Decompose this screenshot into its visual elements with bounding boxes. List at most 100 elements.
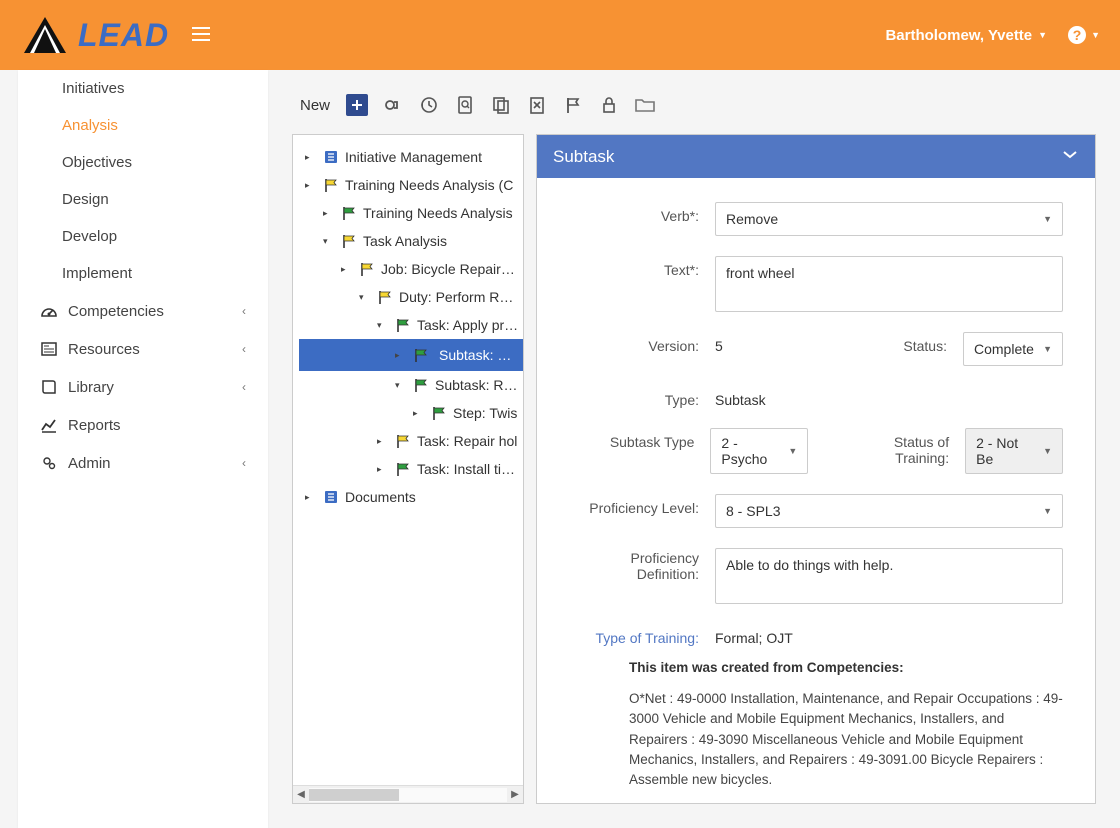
version-value: 5	[715, 332, 755, 354]
created-heading: This item was created from Competencies:	[629, 660, 1063, 675]
tree-node[interactable]: ▾Duty: Perform Routi	[299, 283, 523, 311]
search-doc-icon[interactable]	[454, 94, 476, 116]
tree-node[interactable]: ▸Job: Bicycle Repairers	[299, 255, 523, 283]
sidebar-item-initiatives[interactable]: Initiatives	[18, 70, 268, 107]
prof-def-input[interactable]: Able to do things with help.	[715, 548, 1063, 604]
sidebar-item-reports[interactable]: Reports	[18, 406, 268, 444]
expand-arrow-icon[interactable]: ▸	[413, 408, 425, 419]
flag-g-icon	[395, 461, 411, 477]
flag-g-icon	[413, 377, 429, 393]
expand-arrow-icon[interactable]: ▾	[395, 380, 407, 391]
subtask-type-label: Subtask Type	[569, 428, 694, 450]
detail-title: Subtask	[553, 147, 614, 167]
flag-y-icon	[341, 233, 357, 249]
verb-label: Verb*:	[569, 202, 699, 224]
text-input[interactable]: front wheel	[715, 256, 1063, 312]
horizontal-scrollbar[interactable]: ◀ ▶	[293, 785, 523, 803]
tree-node[interactable]: ▸Documents	[299, 483, 523, 511]
sidebar-item-admin[interactable]: Admin‹	[18, 444, 268, 482]
delete-icon[interactable]	[526, 94, 548, 116]
detail-header: Subtask	[537, 135, 1095, 178]
expand-arrow-icon[interactable]: ▸	[377, 464, 389, 475]
sidebar-item-implement[interactable]: Implement	[18, 255, 268, 292]
sidebar-item-design[interactable]: Design	[18, 181, 268, 218]
link-icon[interactable]	[382, 94, 404, 116]
history-icon[interactable]	[418, 94, 440, 116]
copy-icon[interactable]	[490, 94, 512, 116]
expand-arrow-icon[interactable]: ▾	[359, 292, 371, 303]
chevron-left-icon: ‹	[242, 380, 246, 394]
status-select[interactable]: Complete	[963, 332, 1063, 366]
flag-y-icon	[323, 177, 339, 193]
tree-node[interactable]: ▸Subtask: Rem	[299, 339, 523, 371]
type-label: Type:	[569, 386, 699, 408]
tree-node[interactable]: ▸Task: Install tires	[299, 455, 523, 483]
chevron-left-icon: ‹	[242, 342, 246, 356]
help-menu[interactable]: ? ▼	[1067, 25, 1100, 45]
expand-arrow-icon[interactable]: ▸	[305, 180, 317, 191]
tree-node[interactable]: ▾Task: Apply princ	[299, 311, 523, 339]
tree-node[interactable]: ▸Step: Twis	[299, 399, 523, 427]
sidebar-item-library[interactable]: Library‹	[18, 368, 268, 406]
content-area: New ▸Initiative Management▸Training Need…	[268, 70, 1120, 828]
detail-panel: Subtask Verb*: Remove Text*: front wheel	[536, 134, 1096, 804]
gears-icon	[40, 454, 58, 472]
expand-arrow-icon[interactable]: ▸	[395, 350, 407, 361]
top-bar: LEAD Bartholomew, Yvette ▼ ? ▼	[0, 0, 1120, 70]
tree-node[interactable]: ▾Task Analysis	[299, 227, 523, 255]
expand-arrow-icon[interactable]: ▸	[323, 208, 335, 219]
menu-toggle[interactable]	[189, 22, 213, 49]
tree-node[interactable]: ▸Training Needs Analysis (C	[299, 171, 523, 199]
flag-y-icon	[377, 289, 393, 305]
user-menu[interactable]: Bartholomew, Yvette ▼	[885, 27, 1047, 44]
new-button[interactable]	[346, 94, 368, 116]
expand-arrow-icon[interactable]: ▸	[305, 152, 317, 163]
gauge-icon	[40, 302, 58, 320]
chevron-left-icon: ‹	[242, 304, 246, 318]
sidebar-item-resources[interactable]: Resources‹	[18, 330, 268, 368]
sidebar-item-competencies[interactable]: Competencies‹	[18, 292, 268, 330]
lock-icon[interactable]	[598, 94, 620, 116]
caret-down-icon: ▼	[1091, 30, 1100, 40]
flag-g-icon	[431, 405, 447, 421]
train-type-label[interactable]: Type of Training:	[569, 624, 699, 646]
folder-icon[interactable]	[634, 94, 656, 116]
user-name-label: Bartholomew, Yvette	[885, 27, 1032, 44]
collapse-icon[interactable]	[1061, 145, 1079, 168]
prof-level-label: Proficiency Level:	[569, 494, 699, 516]
flag-g-icon	[341, 205, 357, 221]
prof-level-select[interactable]: 8 - SPL3	[715, 494, 1063, 528]
tree-node[interactable]: ▸Initiative Management	[299, 143, 523, 171]
expand-arrow-icon[interactable]: ▾	[377, 320, 389, 331]
expand-arrow-icon[interactable]: ▾	[323, 236, 335, 247]
tree-panel: ▸Initiative Management▸Training Needs An…	[292, 134, 524, 804]
book-icon	[40, 378, 58, 396]
text-label: Text*:	[569, 256, 699, 278]
status-label: Status:	[903, 332, 947, 354]
toolbar: New	[300, 94, 1096, 116]
created-body: O*Net : 49-0000 Installation, Maintenanc…	[629, 689, 1063, 790]
prof-def-label: Proficiency Definition:	[569, 548, 699, 582]
sidebar-item-objectives[interactable]: Objectives	[18, 144, 268, 181]
tree-node[interactable]: ▾Subtask: Rem	[299, 371, 523, 399]
caret-down-icon: ▼	[1038, 30, 1047, 40]
verb-select[interactable]: Remove	[715, 202, 1063, 236]
flag-y-icon	[395, 433, 411, 449]
sidebar: InitiativesAnalysisObjectivesDesignDevel…	[18, 70, 268, 828]
sidebar-item-develop[interactable]: Develop	[18, 218, 268, 255]
subtask-type-select[interactable]: 2 - Psycho	[710, 428, 808, 474]
expand-arrow-icon[interactable]: ▸	[341, 264, 353, 275]
tree-node[interactable]: ▸Task: Repair hol	[299, 427, 523, 455]
flag-g-icon	[395, 317, 411, 333]
logo-mark	[20, 15, 70, 55]
tree-node[interactable]: ▸Training Needs Analysis	[299, 199, 523, 227]
sidebar-item-analysis[interactable]: Analysis	[18, 107, 268, 144]
flag-icon[interactable]	[562, 94, 584, 116]
status-training-select[interactable]: 2 - Not Be	[965, 428, 1063, 474]
expand-arrow-icon[interactable]: ▸	[377, 436, 389, 447]
app-logo: LEAD	[20, 15, 169, 55]
status-training-label: Status of Training:	[840, 428, 949, 466]
train-type-value: Formal; OJT	[715, 624, 1063, 646]
expand-arrow-icon[interactable]: ▸	[305, 492, 317, 503]
type-value: Subtask	[715, 386, 1063, 408]
